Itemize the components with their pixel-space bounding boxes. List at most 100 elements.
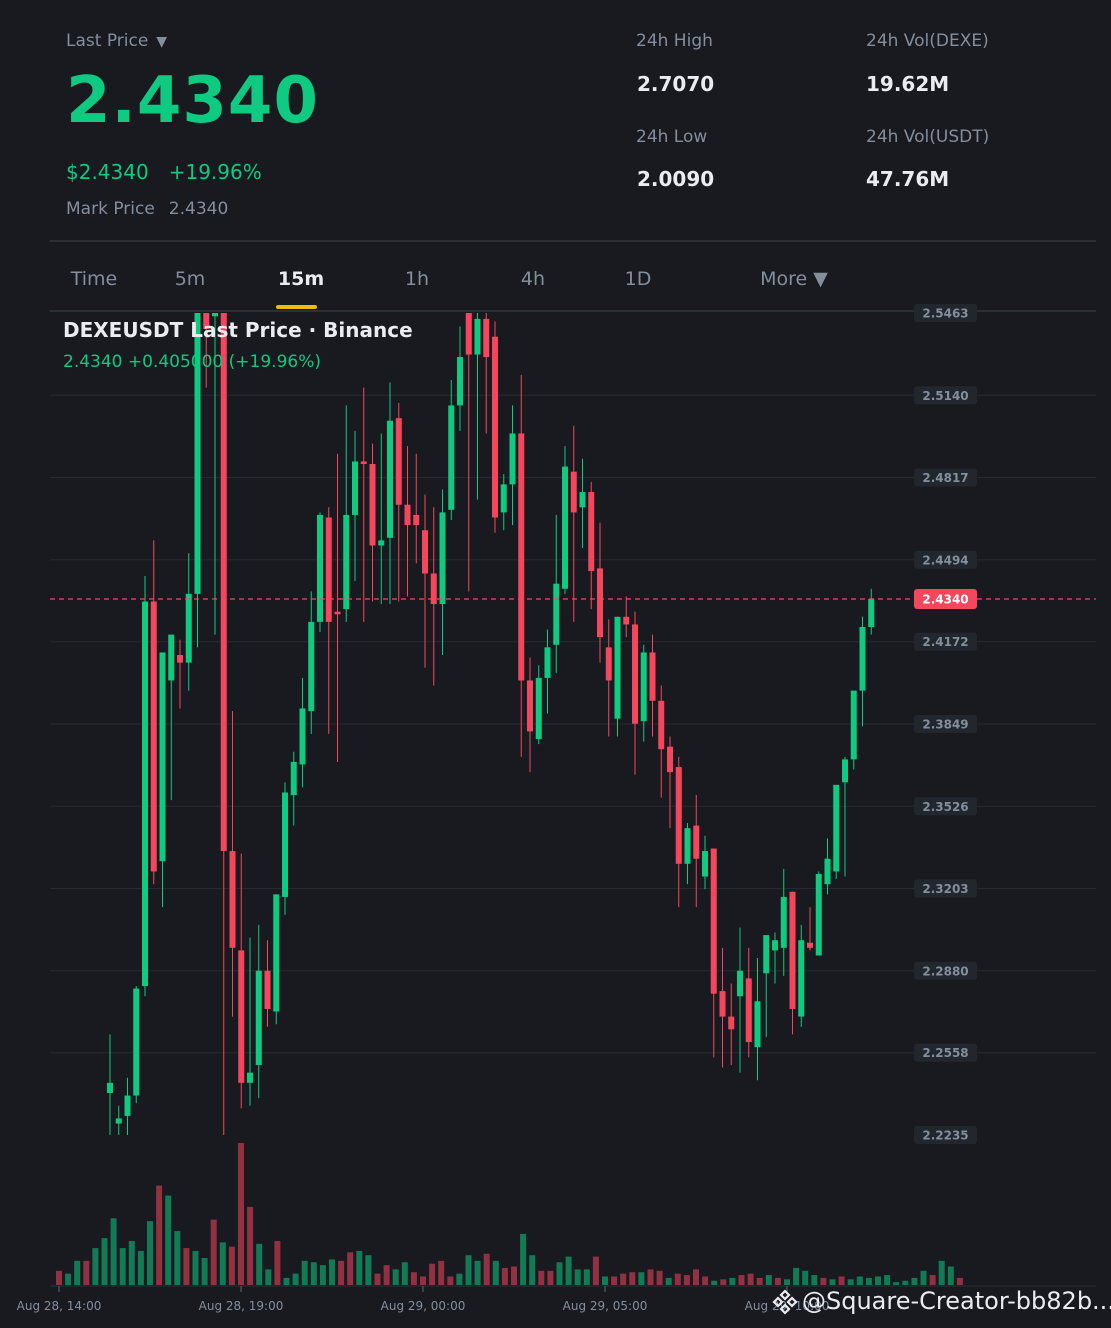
- candle-body: [824, 858, 831, 885]
- volume-bar: [511, 1266, 517, 1285]
- volume-bar: [683, 1275, 690, 1285]
- volume-bar: [247, 1206, 254, 1285]
- y-tick-label: 2.3849: [922, 718, 968, 732]
- volume-bar: [793, 1267, 800, 1285]
- volume-bar: [228, 1246, 235, 1285]
- y-tick-label: 2.5140: [922, 389, 968, 403]
- volume-bar: [747, 1273, 754, 1285]
- volume-bar: [611, 1276, 618, 1285]
- y-tick-label: 2.3203: [922, 882, 968, 896]
- y-tick-label: 2.4817: [922, 471, 968, 485]
- volume-bar: [620, 1273, 627, 1285]
- candle-body: [562, 466, 568, 589]
- volume-bar: [429, 1263, 436, 1285]
- candle-body: [422, 530, 428, 574]
- candle-body: [623, 616, 630, 625]
- candle-body: [745, 978, 752, 1043]
- volume-bar: [165, 1195, 172, 1285]
- candle-body: [325, 517, 332, 622]
- volume-bar: [492, 1260, 499, 1285]
- volume-bar: [547, 1270, 554, 1285]
- candle-body: [632, 624, 638, 724]
- volume-bar: [911, 1277, 918, 1285]
- volume-bar: [856, 1276, 863, 1285]
- candle-body: [684, 828, 691, 864]
- volume-bar: [128, 1240, 135, 1285]
- candle-body: [763, 935, 770, 974]
- volume-bar: [838, 1276, 845, 1285]
- candle-body: [500, 484, 507, 513]
- volume-bar: [774, 1277, 781, 1285]
- candle-body: [588, 492, 595, 571]
- volume-bar: [56, 1270, 62, 1285]
- candle-body: [474, 318, 481, 355]
- candle-body: [570, 471, 577, 513]
- candles-group: [107, 313, 875, 1135]
- candle-body: [605, 647, 612, 681]
- volume-bar: [638, 1272, 645, 1285]
- volume-bar: [802, 1270, 809, 1285]
- candle-body: [387, 420, 393, 538]
- candle-body: [115, 1118, 122, 1124]
- volume-bar: [784, 1279, 790, 1285]
- volume-bar: [65, 1273, 72, 1285]
- volume-bar: [529, 1255, 536, 1285]
- volume-bar: [219, 1242, 226, 1285]
- candle-body: [439, 512, 446, 605]
- volume-bar: [902, 1280, 909, 1285]
- volume-bar: [893, 1282, 900, 1285]
- volume-bar: [119, 1248, 126, 1285]
- candle-body: [544, 647, 551, 678]
- volume-bar: [720, 1279, 727, 1285]
- volume-bar: [410, 1272, 417, 1285]
- volume-bar: [538, 1270, 545, 1285]
- candle-body: [177, 654, 183, 663]
- candle-body: [850, 690, 857, 760]
- candle-body: [185, 593, 192, 663]
- volume-bar: [865, 1277, 872, 1285]
- candle-body: [360, 461, 367, 465]
- y-tick-label: 2.3526: [922, 800, 968, 814]
- volume-bar: [156, 1185, 163, 1285]
- volume-bar: [811, 1275, 818, 1285]
- candle-body: [220, 313, 227, 852]
- volume-bar: [174, 1231, 181, 1285]
- candlestick-chart[interactable]: 2.5463 2.5140 2.4817 2.4494 2.4172 2.3849 2.35…: [0, 0, 1111, 1328]
- volume-bar: [583, 1269, 590, 1285]
- candle-body: [807, 942, 813, 948]
- volume-bar: [265, 1269, 272, 1285]
- candle-body: [212, 313, 218, 317]
- x-tick-label: Aug 28, 19:00: [199, 1299, 284, 1313]
- candle-body: [448, 405, 455, 510]
- volume-bar: [456, 1273, 463, 1285]
- candle-body: [815, 873, 822, 956]
- volume-bar: [592, 1256, 599, 1285]
- volume-bar: [356, 1250, 363, 1285]
- candle-body: [124, 1095, 131, 1116]
- current-price-tag-label: 2.4340: [922, 592, 968, 606]
- volume-bar: [101, 1238, 108, 1285]
- candle-body: [579, 492, 586, 508]
- volume-bar: [319, 1265, 326, 1285]
- candle-body: [290, 761, 297, 796]
- volume-bar: [483, 1253, 490, 1285]
- volume-bar: [929, 1275, 936, 1285]
- volume-bar: [256, 1243, 263, 1285]
- volume-bar: [147, 1221, 153, 1285]
- volume-bar: [647, 1269, 654, 1285]
- volume-bar: [374, 1273, 381, 1285]
- volume-bar: [137, 1250, 144, 1285]
- candle-body: [667, 746, 673, 773]
- x-tick-label: Aug 28, 14:00: [17, 1299, 102, 1313]
- volume-bar: [693, 1269, 699, 1285]
- volume-bar: [201, 1258, 208, 1285]
- volume-bar: [947, 1266, 954, 1285]
- volume-bar: [847, 1279, 854, 1285]
- volume-bar: [210, 1219, 217, 1285]
- y-tick-label: 2.5463: [922, 307, 968, 321]
- candle-body: [159, 652, 166, 862]
- volume-bar: [920, 1270, 927, 1285]
- candle-body: [597, 568, 603, 638]
- binance-logo-icon: [772, 1289, 798, 1315]
- candle-body: [535, 677, 542, 740]
